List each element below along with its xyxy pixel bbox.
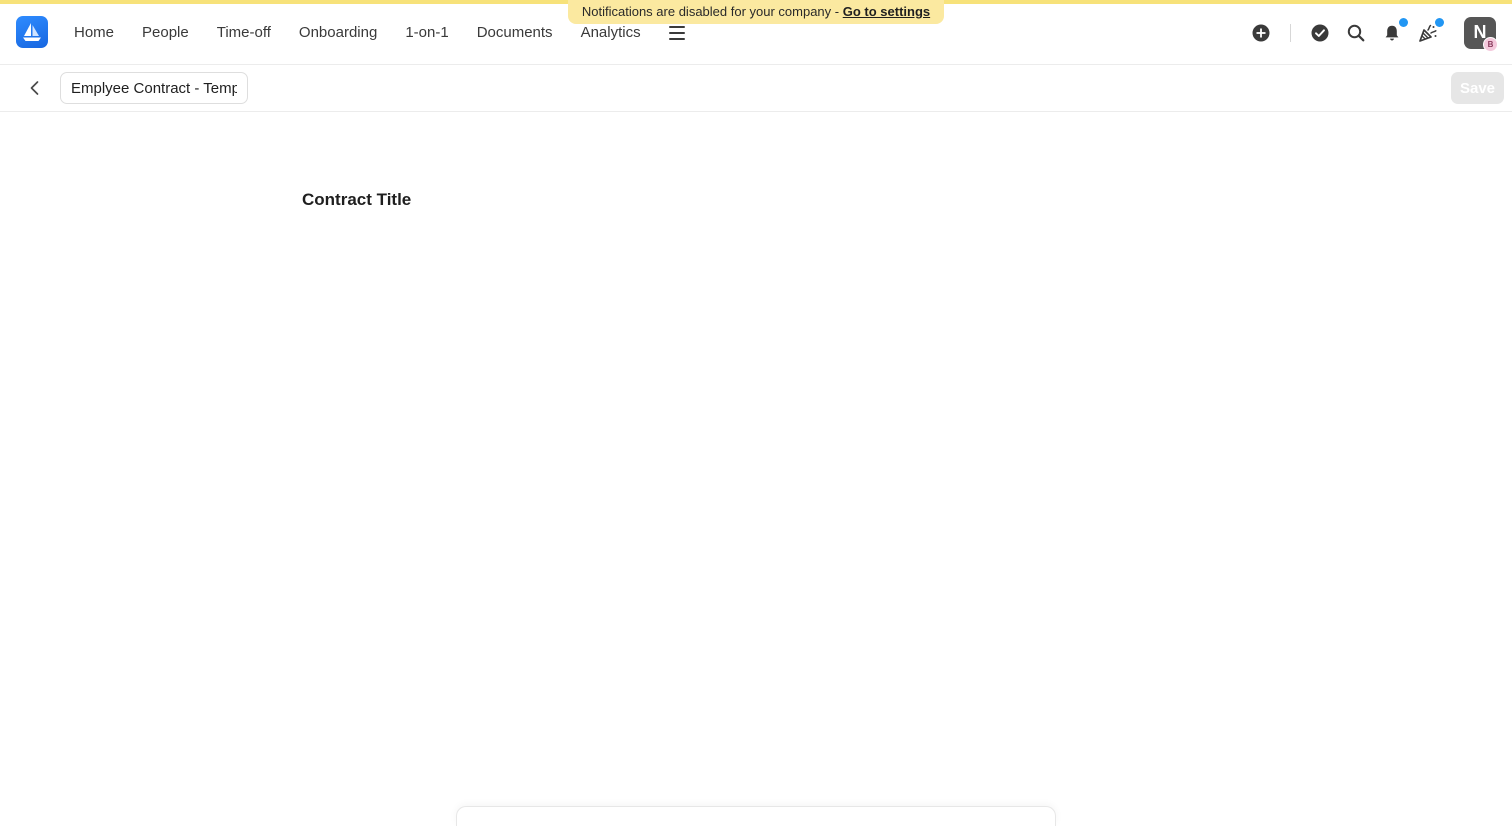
nav-item-analytics[interactable]: Analytics — [581, 24, 641, 41]
chevron-left-icon — [30, 81, 39, 95]
check-circle-icon[interactable] — [1308, 21, 1332, 45]
nav-item-people[interactable]: People — [142, 24, 189, 41]
document-title-input[interactable] — [60, 72, 248, 104]
header-actions: N B — [1249, 4, 1512, 61]
nav-item-home[interactable]: Home — [74, 24, 114, 41]
nav-item-1-on-1[interactable]: 1-on-1 — [405, 24, 448, 41]
avatar-badge: B — [1483, 36, 1498, 52]
nav-item-time-off[interactable]: Time-off — [217, 24, 271, 41]
save-button[interactable]: Save — [1451, 72, 1504, 104]
app-logo[interactable] — [16, 16, 48, 48]
top-navbar: Home People Time-off Onboarding 1-on-1 D… — [0, 4, 1512, 65]
nav-item-onboarding[interactable]: Onboarding — [299, 24, 377, 41]
notification-dot — [1399, 17, 1408, 27]
bottom-editor-panel — [456, 806, 1056, 826]
main-navigation: Home People Time-off Onboarding 1-on-1 D… — [74, 4, 685, 61]
sailboat-icon — [23, 23, 41, 41]
hamburger-icon[interactable] — [668, 25, 685, 40]
bell-icon[interactable] — [1380, 17, 1408, 45]
celebration-dot — [1435, 17, 1444, 27]
user-avatar[interactable]: N B — [1464, 16, 1498, 52]
header-divider — [1290, 23, 1291, 42]
plus-circle-icon[interactable] — [1249, 21, 1273, 45]
editor-toolbar: Save — [0, 65, 1512, 112]
search-icon[interactable] — [1344, 21, 1368, 45]
celebration-icon[interactable] — [1416, 17, 1444, 45]
contract-title-heading: Contract Title — [302, 190, 412, 209]
back-button[interactable] — [24, 77, 46, 99]
nav-item-documents[interactable]: Documents — [477, 24, 553, 41]
